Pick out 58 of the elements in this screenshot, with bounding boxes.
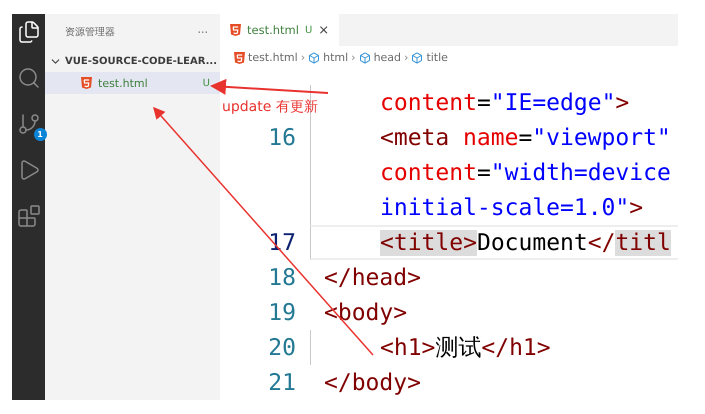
code-token: >: [629, 194, 644, 220]
separator: ›: [404, 51, 408, 64]
separator: ›: [351, 51, 356, 64]
badge: 1: [34, 128, 46, 141]
html5-icon: [230, 24, 241, 36]
separator: ›: [300, 51, 306, 64]
cube-icon: [308, 52, 320, 64]
breadcrumb[interactable]: test.html: [234, 51, 298, 64]
file-item[interactable]: test.html U: [45, 72, 220, 94]
code-token: initial-scale=1.0": [380, 194, 630, 220]
cube-icon: [358, 52, 371, 64]
blocks-icon[interactable]: [16, 204, 40, 228]
files-icon[interactable]: [16, 20, 40, 44]
code-token: <meta: [380, 124, 450, 150]
code-token: <h1>: [380, 334, 436, 360]
git-status: U: [304, 24, 312, 36]
annotation-text: update 有更新: [222, 98, 318, 116]
more-button[interactable]: ···: [198, 26, 208, 38]
html5-icon: [234, 52, 245, 64]
sidebar-title: 资源管理器: [65, 26, 115, 39]
breadcrumb[interactable]: head: [358, 51, 402, 64]
html5-icon: [81, 77, 92, 89]
git-status: U: [202, 78, 210, 88]
code-token: </body>: [324, 370, 421, 396]
code-token: </: [588, 230, 616, 256]
code-token: "IE=edge": [490, 90, 616, 116]
folder-item[interactable]: VUE-SOURCE-CODE-LEAR...: [45, 50, 220, 72]
code-token: title: [394, 230, 464, 256]
close-button[interactable]: ×: [318, 22, 330, 38]
tab-label: test.html: [247, 23, 299, 38]
line-number: 21: [267, 370, 296, 396]
code-token: "width=device: [490, 160, 671, 186]
branch-icon[interactable]: [16, 112, 40, 136]
line-number: 18: [267, 264, 296, 290]
code-token: =: [476, 160, 491, 186]
line-number: 19: [267, 300, 296, 326]
search-icon[interactable]: [16, 66, 40, 90]
editor-tab[interactable]: test.html U ×: [220, 14, 340, 46]
code-token: <: [380, 230, 394, 256]
code-token: >: [463, 230, 477, 256]
code-token: =: [518, 124, 532, 150]
code-token: "viewport": [532, 124, 671, 150]
code-token: name: [463, 124, 518, 150]
code-token: content: [380, 160, 477, 186]
line-number: 20: [267, 334, 296, 360]
cube-icon: [411, 52, 424, 64]
code-token: titl: [615, 230, 671, 256]
code-token: Document: [476, 230, 588, 256]
code-token: </head>: [324, 264, 421, 290]
breadcrumb[interactable]: html: [308, 51, 348, 64]
code-token: >: [615, 90, 630, 116]
code-token: 测试: [435, 334, 482, 363]
line-number: 16: [267, 124, 296, 150]
code-token: </h1>: [481, 334, 551, 360]
code-token: =: [476, 90, 491, 116]
breadcrumb[interactable]: title: [411, 51, 448, 64]
code-token: content: [380, 90, 477, 116]
file-name: test.html: [98, 76, 149, 90]
